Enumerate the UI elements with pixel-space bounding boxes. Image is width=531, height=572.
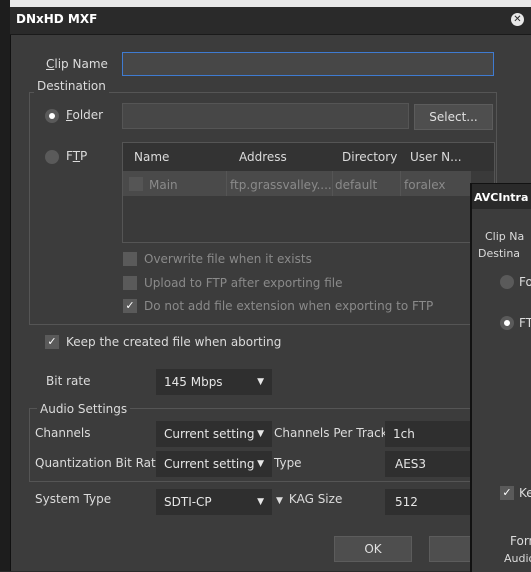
kag-size-select[interactable]: 512 <box>385 489 472 515</box>
clip-name-input[interactable] <box>122 52 494 76</box>
type-label: Type <box>274 456 302 470</box>
column-separator <box>332 171 333 196</box>
bit-rate-label: Bit rate <box>46 374 91 388</box>
background-left-strip <box>0 0 10 571</box>
destination-group-title: Destination <box>34 79 109 93</box>
channels-per-track-select[interactable]: 1ch <box>385 421 472 447</box>
upload-ftp-checkbox[interactable] <box>123 276 137 290</box>
column-separator <box>226 171 227 196</box>
system-type-label: System Type <box>35 492 112 506</box>
chevron-down-icon: ▼ <box>257 429 264 439</box>
overwrite-checkbox[interactable] <box>123 252 137 266</box>
avcintra-clip-label: Clip Na <box>485 230 525 243</box>
ftp-label: FTP <box>66 149 88 163</box>
kag-size-text: KAG Size <box>288 492 343 506</box>
column-name[interactable]: Name <box>134 150 169 164</box>
row-checkbox[interactable] <box>129 177 143 191</box>
row-user: foralex <box>404 178 446 192</box>
chevron-down-icon: ▼ <box>257 377 264 387</box>
avcintra-folder-label: Fo <box>519 275 531 289</box>
folder-label: Folder <box>66 108 104 122</box>
folder-path-input[interactable] <box>122 103 409 129</box>
ftp-radio[interactable] <box>45 150 59 164</box>
folder-radio[interactable] <box>45 109 59 123</box>
chevron-down-icon: ▼ <box>257 459 264 469</box>
avcintra-keep-label: Ke <box>519 486 531 500</box>
kag-size-value: 512 <box>395 495 418 509</box>
chevron-down-icon: ▼ <box>276 496 283 506</box>
column-address[interactable]: Address <box>239 150 287 164</box>
channels-select[interactable]: Current setting ▼ <box>156 421 272 447</box>
channels-per-track-label: Channels Per Track <box>274 426 388 440</box>
channels-value: Current setting <box>164 427 255 441</box>
close-icon[interactable]: ✕ <box>511 13 524 26</box>
channels-per-track-value: 1ch <box>393 427 415 441</box>
quantization-value: Current setting <box>164 457 255 471</box>
column-user-name[interactable]: User N... <box>410 150 462 164</box>
keep-file-label: Keep the created file when aborting <box>66 335 282 349</box>
column-separator <box>400 171 401 196</box>
quantization-label: Quantization Bit Rate <box>35 456 164 470</box>
type-select[interactable]: AES3 <box>385 451 472 477</box>
avcintra-audio-label: Audio <box>504 552 531 565</box>
row-name: Main <box>149 178 178 192</box>
avcintra-format-label: Form <box>510 534 531 548</box>
system-type-select[interactable]: SDTI-CP ▼ <box>156 489 272 515</box>
select-folder-button[interactable]: Select... <box>414 104 493 130</box>
avcintra-destination-label: Destina <box>478 247 521 260</box>
no-extension-checkbox[interactable]: ✓ <box>123 299 137 313</box>
upload-ftp-label: Upload to FTP after exporting file <box>144 276 343 290</box>
clip-name-label: Clip Name <box>46 57 108 71</box>
system-type-value: SDTI-CP <box>164 495 212 509</box>
channels-label: Channels <box>35 426 91 440</box>
bit-rate-select[interactable]: 145 Mbps ▼ <box>156 369 272 395</box>
no-extension-label: Do not add file extension when exporting… <box>144 299 434 313</box>
overwrite-label: Overwrite file when it exists <box>144 252 312 266</box>
row-address: ftp.grassvalley.... <box>230 178 332 192</box>
background-top-strip <box>0 0 531 7</box>
row-directory: default <box>335 178 378 192</box>
kag-size-label: ▼ KAG Size <box>276 492 342 506</box>
avcintra-title: AVCIntra <box>474 191 529 204</box>
avcintra-keep-checkbox[interactable]: ✓ <box>500 486 514 500</box>
avcintra-ftp-label: FT <box>519 316 531 330</box>
keep-file-checkbox[interactable]: ✓ <box>45 335 59 349</box>
type-value: AES3 <box>395 457 427 471</box>
chevron-down-icon: ▼ <box>257 497 264 507</box>
ok-button[interactable]: OK <box>334 536 412 562</box>
avcintra-ftp-radio[interactable] <box>500 316 514 330</box>
audio-settings-title: Audio Settings <box>37 402 131 416</box>
avcintra-folder-radio[interactable] <box>500 275 514 289</box>
quantization-select[interactable]: Current setting ▼ <box>156 451 272 477</box>
column-directory[interactable]: Directory <box>342 150 397 164</box>
bit-rate-value: 145 Mbps <box>164 375 223 389</box>
dialog-title: DNxHD MXF <box>16 12 98 26</box>
